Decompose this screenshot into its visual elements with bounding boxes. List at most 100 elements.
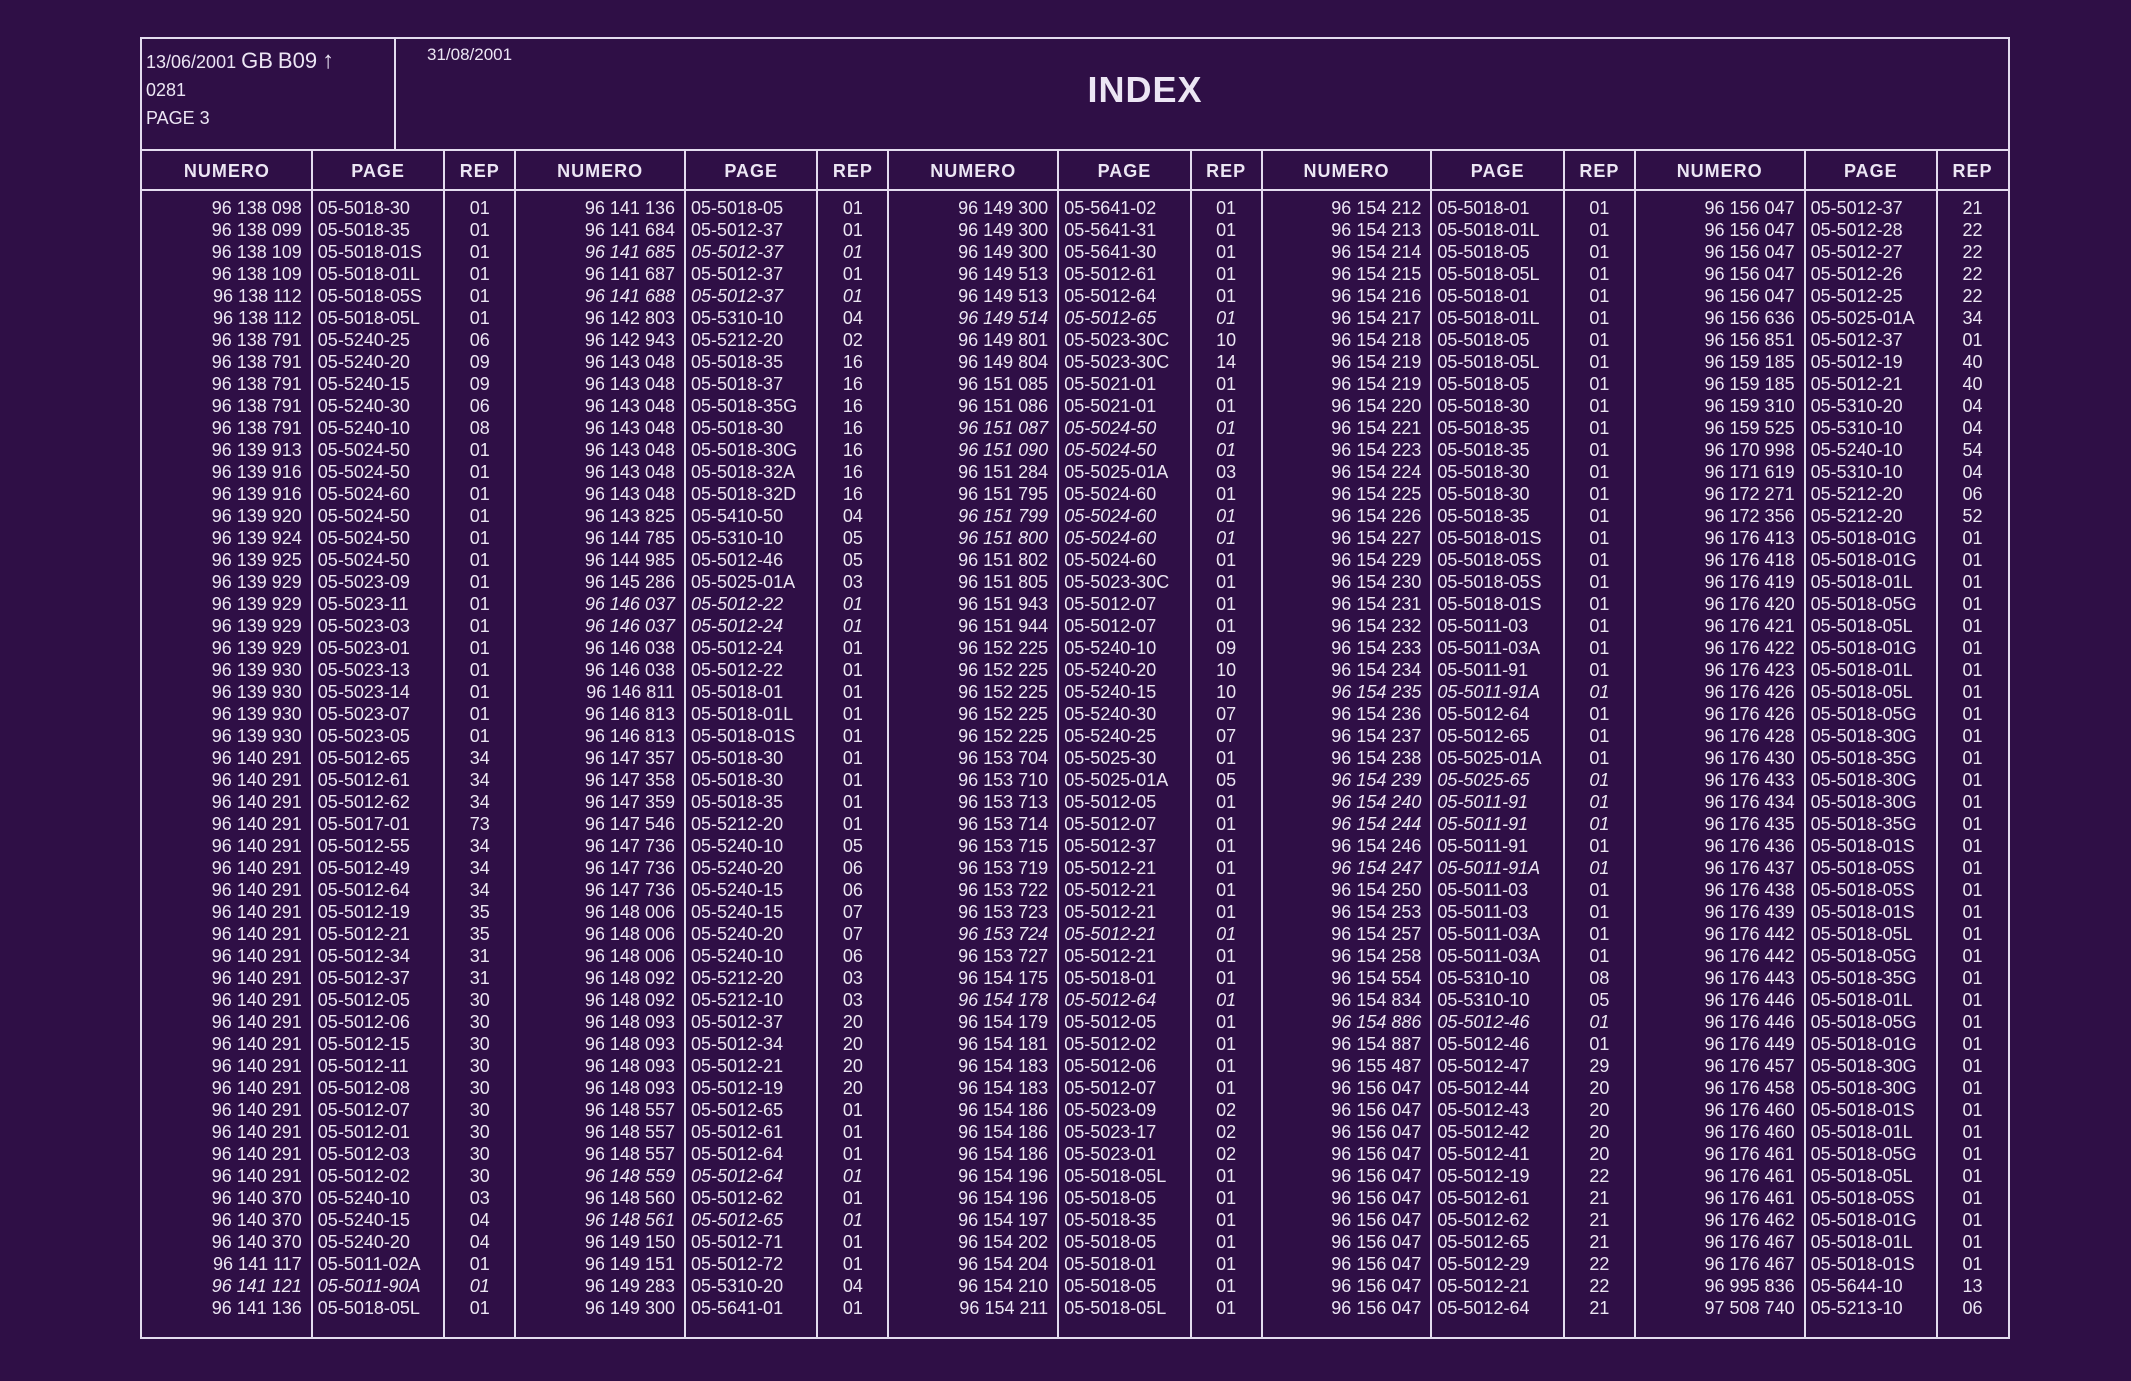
cell-rep: 01 bbox=[1589, 572, 1610, 592]
cell-numero: 96 154 178 bbox=[958, 990, 1049, 1010]
cell-page: 05-5012-65 bbox=[1437, 726, 1530, 746]
cell-numero: 96 176 442 bbox=[1704, 946, 1795, 966]
cell-page: 05-5018-01S bbox=[1810, 1254, 1915, 1274]
cell-numero: 96 140 291 bbox=[211, 1122, 302, 1142]
cell-page: 05-5024-50 bbox=[317, 528, 410, 548]
cell-page: 05-5024-50 bbox=[317, 462, 410, 482]
cell-numero: 96 176 434 bbox=[1704, 792, 1795, 812]
cell-rep: 01 bbox=[842, 286, 863, 306]
cell-page: 05-5018-05S bbox=[1810, 1188, 1915, 1208]
cell-numero: 96 159 185 bbox=[1704, 374, 1795, 394]
cell-rep: 01 bbox=[1589, 396, 1610, 416]
cell-page: 05-5012-37 bbox=[691, 242, 784, 262]
cell-page: 05-5212-10 bbox=[691, 990, 784, 1010]
cell-page: 05-5018-01L bbox=[691, 704, 794, 724]
cell-numero: 96 151 944 bbox=[958, 616, 1049, 636]
cell-rep: 07 bbox=[1216, 726, 1237, 746]
cell-rep: 01 bbox=[469, 550, 490, 570]
cell-page: 05-5018-30 bbox=[691, 748, 784, 768]
cell-numero: 96 176 436 bbox=[1704, 836, 1795, 856]
cell-numero: 96 138 109 bbox=[211, 242, 302, 262]
cell-page: 05-5012-61 bbox=[691, 1122, 784, 1142]
cell-rep: 30 bbox=[469, 1034, 490, 1054]
cell-page: 05-5018-01G bbox=[1810, 550, 1917, 570]
cell-numero: 96 146 038 bbox=[584, 660, 675, 680]
cell-page: 05-5023-30C bbox=[1064, 330, 1170, 350]
cell-rep: 01 bbox=[1589, 440, 1610, 460]
cell-numero: 96 176 461 bbox=[1704, 1144, 1795, 1164]
cell-rep: 09 bbox=[469, 352, 490, 372]
cell-numero: 96 156 047 bbox=[1331, 1232, 1422, 1252]
cell-rep: 22 bbox=[1589, 1276, 1610, 1296]
cell-numero: 96 176 437 bbox=[1704, 858, 1795, 878]
cell-numero: 96 155 487 bbox=[1331, 1056, 1422, 1076]
cell-page: 05-5018-05S bbox=[1437, 550, 1542, 570]
cell-rep: 31 bbox=[469, 946, 490, 966]
cell-page: 05-5018-05S bbox=[317, 286, 422, 306]
cell-page: 05-5018-32D bbox=[691, 484, 797, 504]
cell-page: 05-5018-05L bbox=[1064, 1166, 1167, 1186]
cell-page: 05-5012-22 bbox=[691, 660, 784, 680]
cell-rep: 01 bbox=[1962, 1232, 1983, 1252]
cell-page: 05-5012-21 bbox=[1810, 374, 1903, 394]
column-page-block-4: 05-5018-01 05-5018-01L 05-5018-05 05-5018-0… bbox=[1431, 197, 1563, 1319]
cell-rep: 30 bbox=[469, 1144, 490, 1164]
cell-rep: 03 bbox=[842, 968, 863, 988]
cell-numero: 97 508 740 bbox=[1704, 1298, 1795, 1318]
cell-numero: 96 176 426 bbox=[1704, 682, 1795, 702]
cell-page: 05-5023-01 bbox=[1064, 1144, 1157, 1164]
cell-numero: 96 139 913 bbox=[211, 440, 302, 460]
cell-rep: 01 bbox=[1962, 814, 1983, 834]
cell-rep: 06 bbox=[469, 396, 490, 416]
cell-rep: 01 bbox=[469, 572, 490, 592]
cell-numero: 96 156 851 bbox=[1704, 330, 1795, 350]
cell-page: 05-5018-01 bbox=[691, 682, 784, 702]
cell-rep: 01 bbox=[1216, 1276, 1237, 1296]
cell-numero: 96 149 514 bbox=[958, 308, 1049, 328]
cell-rep: 01 bbox=[1216, 308, 1237, 328]
cell-numero: 96 154 217 bbox=[1331, 308, 1422, 328]
cell-rep: 22 bbox=[1589, 1254, 1610, 1274]
cell-rep: 01 bbox=[1216, 748, 1237, 768]
cell-numero: 96 139 916 bbox=[211, 462, 302, 482]
cell-page: 05-5018-30 bbox=[1437, 462, 1530, 482]
cell-page: 05-5018-30 bbox=[1437, 484, 1530, 504]
cell-page: 05-5240-20 bbox=[691, 858, 784, 878]
cell-page: 05-5240-20 bbox=[1064, 660, 1157, 680]
cell-rep: 02 bbox=[1216, 1100, 1237, 1120]
cell-page: 05-5018-05 bbox=[1437, 330, 1530, 350]
cell-page: 05-5212-20 bbox=[691, 330, 784, 350]
cell-rep: 01 bbox=[1589, 946, 1610, 966]
cell-rep: 01 bbox=[1962, 902, 1983, 922]
cell-rep: 34 bbox=[469, 748, 490, 768]
cell-rep: 01 bbox=[1589, 770, 1610, 790]
cell-rep: 04 bbox=[842, 506, 863, 526]
cell-page: 05-5012-37 bbox=[1810, 330, 1903, 350]
cell-numero: 96 139 929 bbox=[211, 616, 302, 636]
cell-page: 05-5024-50 bbox=[317, 506, 410, 526]
cell-rep: 01 bbox=[842, 1254, 863, 1274]
page-title: INDEX bbox=[1087, 69, 1203, 110]
cell-page: 05-5240-25 bbox=[1064, 726, 1157, 746]
cell-numero: 96 154 234 bbox=[1331, 660, 1422, 680]
cell-page: 05-5018-01L bbox=[1810, 990, 1913, 1010]
cell-rep: 06 bbox=[469, 330, 490, 350]
cell-rep: 01 bbox=[469, 1298, 490, 1318]
cell-page: 05-5012-61 bbox=[1437, 1188, 1530, 1208]
cell-numero: 96 140 291 bbox=[211, 902, 302, 922]
cell-page: 05-5024-60 bbox=[1064, 550, 1157, 570]
cell-numero: 96 154 237 bbox=[1331, 726, 1422, 746]
cell-numero: 96 140 291 bbox=[211, 1034, 302, 1054]
cell-rep: 04 bbox=[1962, 396, 1983, 416]
column-page-block-1: 05-5018-30 05-5018-35 05-5018-01S 05-5018-0… bbox=[312, 197, 444, 1319]
cell-page: 05-5011-02A bbox=[317, 1254, 421, 1274]
cell-page: 05-5012-24 bbox=[691, 616, 784, 636]
cell-numero: 96 140 291 bbox=[211, 1056, 302, 1076]
cell-page: 05-5012-26 bbox=[1810, 264, 1903, 284]
cell-page: 05-5018-35 bbox=[1437, 440, 1530, 460]
cell-numero: 96 176 423 bbox=[1704, 660, 1795, 680]
cell-numero: 96 139 920 bbox=[211, 506, 302, 526]
cell-rep: 01 bbox=[1589, 704, 1610, 724]
cell-rep: 01 bbox=[1962, 748, 1983, 768]
cell-rep: 01 bbox=[1962, 1166, 1983, 1186]
